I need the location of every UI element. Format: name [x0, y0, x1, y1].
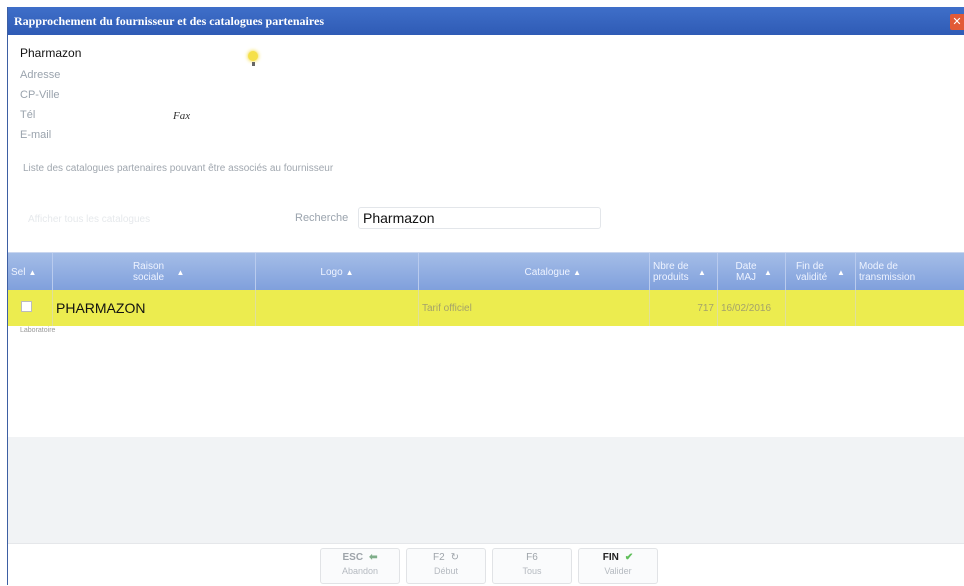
- column-header-label: Catalogue: [524, 266, 571, 278]
- column-header-mode-transmission[interactable]: Mode de transmission: [856, 253, 964, 291]
- cell-raison-sociale: PHARMAZON: [53, 290, 256, 326]
- sort-asc-icon: ▲: [698, 267, 706, 277]
- column-header-label: Date MAJ: [735, 261, 757, 283]
- sort-asc-icon: ▲: [28, 267, 37, 277]
- cell-catalogue: Tarif officiel: [419, 290, 650, 326]
- cell-sel: [8, 290, 53, 326]
- button-key: ESC ⬅: [321, 552, 399, 563]
- nb-produits-value: 717: [697, 302, 714, 314]
- cell-mode-transmission: [856, 290, 964, 326]
- back-arrow-icon: ⬅: [369, 552, 378, 563]
- button-bar: [8, 543, 964, 586]
- email-label: E-mail: [20, 129, 52, 141]
- date-maj-value: 16/02/2016: [721, 302, 772, 314]
- lightbulb-base-icon: [252, 62, 255, 66]
- column-header-label: Fin de validité: [796, 261, 828, 283]
- tel-label: Tél: [20, 109, 36, 121]
- lightbulb-icon[interactable]: [248, 51, 258, 61]
- show-all-catalogues-option[interactable]: Afficher tous les catalogues: [28, 214, 150, 225]
- button-label: Valider: [604, 566, 632, 576]
- column-header-label: Nbre de produits: [653, 261, 689, 283]
- f6-key-label: F6: [526, 552, 538, 563]
- button-label: Tous: [522, 566, 542, 576]
- column-header-label: Raison sociale: [132, 261, 165, 283]
- search-label: Recherche: [295, 212, 349, 224]
- detail-panel: [8, 437, 964, 543]
- tous-button[interactable]: F6 Tous: [492, 548, 572, 584]
- sort-asc-icon: ▲: [837, 267, 845, 277]
- cp-ville-label: CP-Ville: [20, 89, 60, 101]
- button-key: F2 ↻: [407, 552, 485, 563]
- esc-key-label: ESC: [342, 552, 364, 563]
- column-header-label: Mode de transmission: [859, 261, 916, 283]
- column-header-raison-sociale[interactable]: Raison sociale ▲: [53, 253, 256, 291]
- column-header-sel[interactable]: Sel ▲: [8, 253, 53, 291]
- cell-fin-validite: [786, 290, 856, 326]
- column-header-label: Logo: [320, 266, 343, 278]
- fin-key-label: FIN: [602, 552, 619, 563]
- column-header-fin-validite[interactable]: Fin de validité ▲: [786, 253, 856, 291]
- column-header-nb-produits[interactable]: Nbre de produits ▲: [650, 253, 718, 291]
- search-input[interactable]: [358, 207, 601, 229]
- grid-empty-area: [8, 332, 964, 437]
- column-header-date-maj[interactable]: Date MAJ ▲: [718, 253, 786, 291]
- column-header-logo[interactable]: Logo ▲: [256, 253, 419, 291]
- cell-nb-produits: 717: [650, 290, 718, 326]
- window-title: Rapprochement du fournisseur et des cata…: [14, 14, 324, 28]
- catalogue-list-caption: Liste des catalogues partenaires pouvant…: [23, 163, 334, 174]
- row-select-checkbox[interactable]: [21, 301, 32, 312]
- f2-key-label: F2: [432, 552, 445, 563]
- fax-label: Fax: [173, 110, 191, 122]
- supplier-name: Pharmazon: [20, 46, 82, 60]
- valider-button[interactable]: FIN ✔ Valider: [578, 548, 658, 584]
- window-title-bar: Rapprochement du fournisseur et des cata…: [8, 7, 964, 35]
- column-header-label: Sel: [11, 266, 26, 278]
- refresh-icon: ↻: [450, 552, 460, 563]
- dialog-window: Rapprochement du fournisseur et des cata…: [7, 7, 964, 586]
- debut-button[interactable]: F2 ↻ Début: [406, 548, 486, 584]
- catalogue-value: Tarif officiel: [422, 302, 472, 314]
- grid-header: Sel ▲ Raison sociale ▲ Logo ▲ Catalogue …: [8, 252, 964, 291]
- address-label: Adresse: [20, 69, 61, 81]
- sort-asc-icon: ▲: [345, 267, 354, 277]
- sort-asc-icon: ▲: [764, 267, 772, 277]
- check-icon: ✔: [624, 552, 634, 563]
- close-button[interactable]: ✕: [950, 14, 964, 30]
- table-row[interactable]: PHARMAZON Tarif officiel 717 16/02/2016: [8, 290, 964, 326]
- button-key: FIN ✔: [579, 552, 657, 563]
- button-label: Abandon: [341, 566, 379, 576]
- abandon-button[interactable]: ESC ⬅ Abandon: [320, 548, 400, 584]
- raison-sociale-value: PHARMAZON: [56, 300, 146, 316]
- sort-asc-icon: ▲: [176, 267, 185, 277]
- cell-logo: [256, 290, 419, 326]
- button-label: Début: [433, 566, 459, 576]
- column-header-catalogue[interactable]: Catalogue ▲: [419, 253, 650, 291]
- cell-date-maj: 16/02/2016: [718, 290, 786, 326]
- sort-asc-icon: ▲: [573, 267, 581, 277]
